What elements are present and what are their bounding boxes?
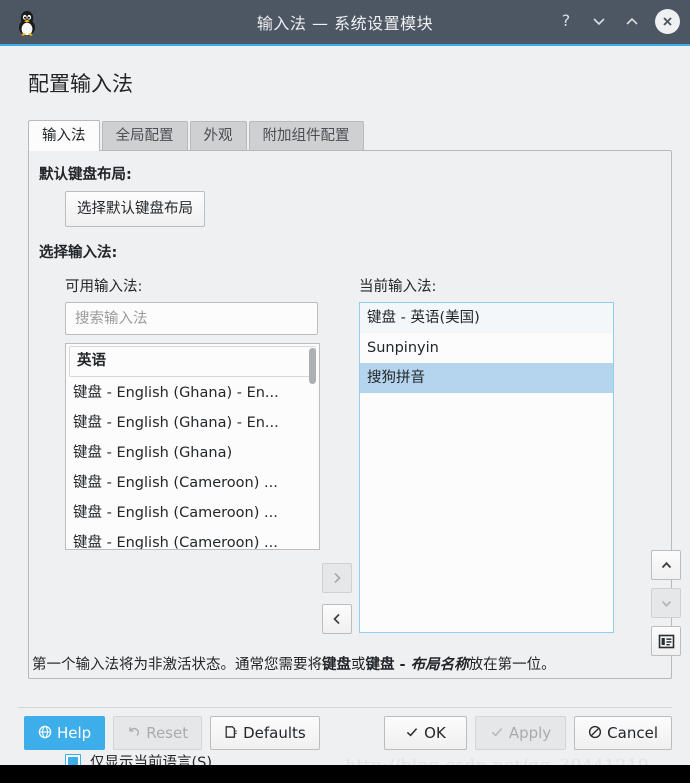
configure-input-method-button[interactable] (651, 626, 681, 656)
scrollbar-thumb[interactable] (309, 348, 316, 384)
help-button[interactable]: Help (24, 716, 106, 750)
list-item[interactable]: 键盘 - English (Ghana) (66, 438, 319, 468)
ok-button[interactable]: OK (384, 716, 467, 750)
minimize-button[interactable] (589, 11, 609, 31)
check-icon (490, 725, 504, 742)
keyboard-layout-label: 默认键盘布局: (39, 167, 132, 183)
defaults-button[interactable]: Defaults (210, 716, 320, 750)
watermark-text: http://blog.csdn.net/qq_30441219 (345, 756, 649, 765)
select-input-method-label: 选择输入法: (39, 245, 118, 261)
move-down-button[interactable] (651, 588, 681, 618)
add-input-method-button[interactable] (322, 563, 352, 593)
help-globe-icon (38, 725, 52, 742)
list-item[interactable]: 键盘 - English (Ghana) - En... (66, 408, 319, 438)
tab-global-config[interactable]: 全局配置 (101, 121, 188, 150)
document-icon (224, 725, 238, 742)
undo-icon (127, 725, 141, 742)
hint-bold-keyboard2: 键盘 - (365, 657, 411, 673)
apply-button[interactable]: Apply (474, 716, 567, 750)
close-button[interactable] (655, 8, 680, 34)
maximize-button[interactable] (622, 11, 642, 31)
list-item[interactable]: 键盘 - English (Cameroon) ... (66, 468, 319, 498)
dialog-button-bar: Help Reset Defaults OK Apply Cancel (0, 716, 690, 760)
list-item[interactable]: 键盘 - English (Cameroon) ... (66, 528, 319, 549)
window-controls: ? (556, 0, 680, 42)
hint-part3: 放在第一位。 (468, 657, 556, 673)
list-item[interactable]: 键盘 - English (Cameroon) ... (66, 498, 319, 528)
hint-bold-italic-layout: 布局名称 (410, 657, 469, 673)
available-input-methods-list[interactable]: 英语 键盘 - English (Ghana) - En... 键盘 - Eng… (65, 343, 320, 550)
hint-part1: 第一个输入法将为非激活状态。通常您需要将 (32, 657, 322, 673)
reset-button-label: Reset (146, 724, 189, 742)
hint-part2: 或 (351, 657, 366, 673)
hint-bold-keyboard: 键盘 (322, 657, 351, 673)
button-bar-divider (18, 707, 672, 708)
settings-window: 输入法 — 系统设置模块 ? 配置输入法 输入法 全局配置 外观 附加组件配置 … (0, 0, 690, 765)
hint-text: 第一个输入法将为非激活状态。通常您需要将键盘或键盘 - 布局名称放在第一位。 (32, 653, 602, 677)
available-list-label: 可用输入法: (65, 279, 143, 295)
help-button[interactable]: ? (556, 11, 576, 31)
list-item[interactable]: 键盘 - English (Ghana) - En... (66, 378, 319, 408)
right-button-group: OK Apply Cancel (384, 716, 672, 750)
help-button-label: Help (57, 724, 92, 742)
left-button-group: Help Reset Defaults (24, 716, 320, 750)
tab-appearance[interactable]: 外观 (189, 121, 247, 150)
apply-button-label: Apply (508, 724, 552, 742)
ok-button-label: OK (424, 724, 446, 742)
remove-input-method-button[interactable] (322, 604, 352, 634)
choose-default-layout-button[interactable]: 选择默认键盘布局 (65, 191, 205, 227)
cancel-button[interactable]: Cancel (574, 716, 672, 750)
tux-penguin-icon (14, 8, 40, 36)
tab-addon-config[interactable]: 附加组件配置 (248, 121, 364, 150)
reset-button[interactable]: Reset (113, 716, 203, 750)
input-method-panel: 默认键盘布局: 选择默认键盘布局 选择输入法: 可用输入法: 英语 键盘 - E… (28, 150, 681, 765)
cancel-icon (588, 725, 602, 742)
list-scrollbar[interactable] (309, 348, 316, 545)
list-item[interactable]: 搜狗拼音 (360, 363, 613, 393)
page-title: 配置输入法 (28, 72, 133, 96)
search-input[interactable] (65, 302, 318, 335)
list-item[interactable]: 键盘 - 英语(美国) (360, 303, 613, 333)
list-group-header: 英语 (69, 346, 316, 377)
move-up-button[interactable] (651, 550, 681, 580)
check-icon (405, 725, 419, 742)
cancel-button-label: Cancel (607, 724, 658, 742)
tab-bar: 输入法 全局配置 外观 附加组件配置 (28, 120, 690, 151)
titlebar: 输入法 — 系统设置模块 ? (0, 0, 690, 46)
current-input-methods-list[interactable]: 键盘 - 英语(美国) Sunpinyin 搜狗拼音 (359, 302, 614, 633)
current-list-label: 当前输入法: (359, 279, 437, 295)
list-item[interactable]: Sunpinyin (360, 333, 613, 363)
defaults-button-label: Defaults (243, 724, 306, 742)
tab-input-method[interactable]: 输入法 (28, 120, 100, 151)
